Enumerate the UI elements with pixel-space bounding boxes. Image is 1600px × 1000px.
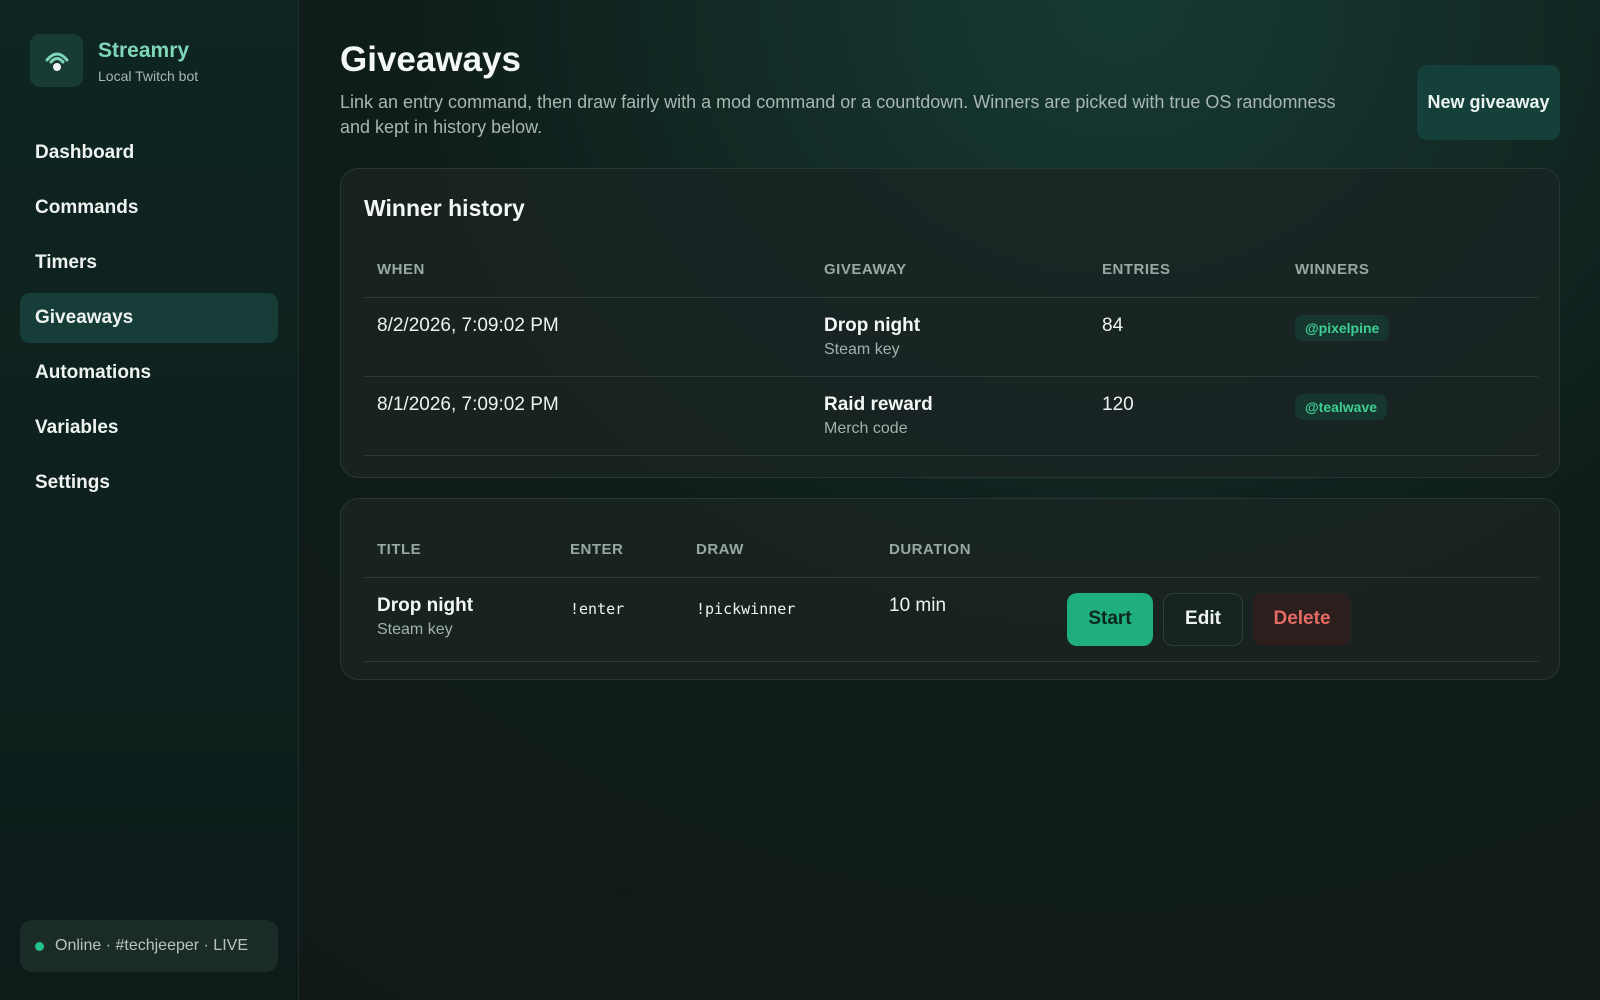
page-description: Link an entry command, then draw fairly …	[340, 92, 1336, 137]
table-row: 8/1/2026, 7:09:02 PM Raid reward Merch c…	[364, 376, 1538, 456]
giveaways-table: TITLE ENTER DRAW DURATION Drop night Ste…	[364, 522, 1538, 662]
column-header-giveaway: GIVEAWAY	[811, 242, 1089, 298]
new-giveaway-button[interactable]: New giveaway	[1417, 65, 1560, 140]
winner-history-card: Winner history WHEN GIVEAWAY ENTRIES WIN…	[340, 168, 1560, 478]
history-giveaway-title: Drop night	[824, 314, 921, 336]
brand: Streamry Local Twitch bot	[30, 34, 198, 87]
sidebar-item-giveaways[interactable]: Giveaways	[20, 293, 278, 343]
table-row: Drop night Steam key !enter !pickwinner …	[364, 577, 1538, 662]
history-entries: 84	[1089, 297, 1282, 377]
column-header-draw: DRAW	[683, 522, 876, 578]
connection-status: Online · #techjeeper · LIVE	[20, 920, 278, 972]
column-header-winners: WINNERS	[1282, 242, 1538, 298]
history-when: 8/1/2026, 7:09:02 PM	[364, 376, 811, 456]
history-giveaway-prize: Merch code	[824, 419, 908, 437]
history-when: 8/2/2026, 7:09:02 PM	[364, 297, 811, 377]
winner-badge: @pixelpine	[1295, 314, 1390, 341]
column-header-when: WHEN	[364, 242, 811, 298]
brand-name: Streamry	[98, 38, 190, 62]
history-giveaway-prize: Steam key	[824, 340, 900, 358]
history-giveaway-title: Raid reward	[824, 393, 933, 415]
brand-subtitle: Local Twitch bot	[98, 67, 199, 84]
sidebar-item-commands[interactable]: Commands	[20, 183, 278, 233]
giveaways-card: TITLE ENTER DRAW DURATION Drop night Ste…	[340, 498, 1560, 680]
connection-status-text: Online · #techjeeper · LIVE	[55, 937, 248, 954]
column-header-actions	[1054, 522, 1538, 578]
sidebar-item-dashboard[interactable]: Dashboard	[20, 128, 278, 178]
sidebar-item-automations[interactable]: Automations	[20, 348, 278, 398]
page-title: Giveaways	[340, 40, 521, 79]
row-actions: Start Edit Delete	[1067, 592, 1538, 646]
giveaway-duration: 10 min	[876, 577, 1054, 662]
winner-history-title: Winner history	[364, 195, 525, 221]
column-header-entries: ENTRIES	[1089, 242, 1282, 298]
giveaway-prize: Steam key	[377, 620, 453, 638]
sidebar-item-variables[interactable]: Variables	[20, 403, 278, 453]
delete-button[interactable]: Delete	[1253, 592, 1351, 646]
table-row: 8/2/2026, 7:09:02 PM Drop night Steam ke…	[364, 297, 1538, 377]
giveaway-title: Drop night	[377, 594, 474, 616]
sidebar: Streamry Local Twitch bot Dashboard Comm…	[0, 0, 299, 1000]
sidebar-nav: Dashboard Commands Timers Giveaways Auto…	[20, 128, 278, 513]
broadcast-icon	[30, 34, 83, 87]
winner-history-table: WHEN GIVEAWAY ENTRIES WINNERS 8/2/2026, …	[364, 242, 1538, 456]
edit-button[interactable]: Edit	[1163, 592, 1243, 646]
history-entries: 120	[1089, 376, 1282, 456]
sidebar-item-settings[interactable]: Settings	[20, 458, 278, 508]
column-header-title: TITLE	[364, 522, 557, 578]
start-button[interactable]: Start	[1067, 592, 1153, 646]
column-header-duration: DURATION	[876, 522, 1054, 578]
winner-badge: @tealwave	[1295, 393, 1388, 420]
draw-command: !pickwinner	[696, 599, 796, 618]
sidebar-item-timers[interactable]: Timers	[20, 238, 278, 288]
enter-command: !enter	[570, 599, 625, 618]
online-dot-icon	[35, 941, 44, 951]
column-header-enter: ENTER	[557, 522, 683, 578]
